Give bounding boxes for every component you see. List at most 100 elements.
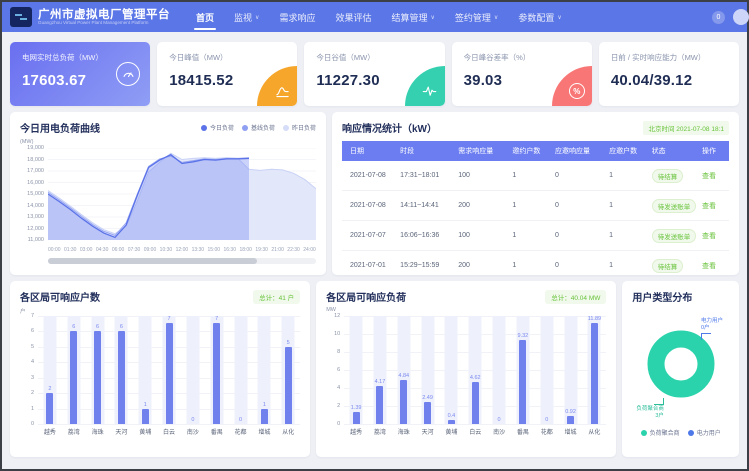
chevron-down-icon: ∨ — [255, 14, 259, 21]
bar — [166, 323, 173, 424]
y-axis-ticks: 76543210 — [20, 316, 38, 424]
bar-value-label: 0 — [191, 417, 194, 423]
x-axis-ticks: 越秀荔湾海珠天河黄埔白云南沙番禺花都增城从化 — [38, 427, 300, 436]
legend-label: 负荷聚合商 — [650, 428, 680, 437]
x-tick: 19:30 — [255, 247, 268, 253]
x-tick: 13:30 — [192, 247, 205, 253]
datazoom-slider[interactable] — [48, 258, 316, 264]
bar-column-10: 5 — [276, 316, 300, 424]
spacer — [344, 307, 606, 316]
chevron-down-icon: ∨ — [557, 14, 561, 21]
y-tick: 5 — [31, 344, 34, 350]
bar — [285, 347, 292, 424]
bar-column-0: 1.39 — [344, 316, 368, 424]
bar-column-2: 6 — [86, 316, 110, 424]
table-cell: 100 — [454, 221, 508, 251]
y-tick: 19,000 — [27, 145, 44, 151]
table-cell: 15:29~15:59 — [396, 251, 454, 276]
kpi-card-response-capacity: 日前 / 实时响应能力（MW） 40.04/39.12 — [599, 42, 739, 106]
bar-plot: 1.394.174.842.490.44.6209.3200.9211.89越秀… — [344, 307, 606, 436]
x-tick: 01:30 — [64, 247, 77, 253]
legend-item-1[interactable]: 电力用户 — [688, 428, 721, 437]
chevron-down-icon: ∨ — [494, 14, 498, 21]
legend-item-0[interactable]: 今日负荷 — [201, 123, 234, 132]
nav-item-3[interactable]: 效果评估 — [325, 2, 381, 32]
spacer — [38, 307, 300, 316]
bar — [70, 331, 77, 424]
x-tick: 南沙 — [181, 427, 205, 436]
x-tick: 从化 — [582, 427, 606, 436]
legend-item-0[interactable]: 负荷聚合商 — [641, 428, 680, 437]
x-tick: 黄埔 — [440, 427, 464, 436]
view-link[interactable]: 查看 — [702, 173, 716, 180]
bar-columns: 26661707015 — [38, 316, 300, 424]
notification-badge[interactable]: 0 — [712, 11, 725, 24]
bar — [567, 416, 574, 424]
x-tick: 00:00 — [48, 247, 61, 253]
kpi-card-valley: 今日谷值（MW） 11227.30 — [304, 42, 444, 106]
bar — [519, 340, 526, 424]
y-tick: 8 — [337, 349, 340, 355]
nav-item-6[interactable]: 参数配置∨ — [508, 2, 571, 32]
view-link[interactable]: 查看 — [702, 263, 716, 270]
x-tick: 24:00 — [303, 247, 316, 253]
top-navbar: 广州市虚拟电厂管理平台 Guangzhou Virtual Power Plan… — [2, 2, 747, 32]
bar-column-5: 4.62 — [463, 316, 487, 424]
status-badge: 待结算 — [652, 169, 684, 183]
table-row: 2021-07-0115:29~15:59200101待结算查看 — [342, 251, 729, 276]
nav-item-5[interactable]: 签约管理∨ — [445, 2, 508, 32]
x-tick: 白云 — [157, 427, 181, 436]
bar-column-7: 9.32 — [511, 316, 535, 424]
legend-item-1[interactable]: 基线负荷 — [242, 123, 275, 132]
table-row: 2021-07-0716:06~16:36100101待发送账单查看 — [342, 221, 729, 251]
bar-column-8: 0 — [535, 316, 559, 424]
bar-bg-stripe — [445, 316, 458, 424]
y-tick: 6 — [31, 328, 34, 334]
column-header: 应邀响应量 — [551, 141, 605, 161]
table-cell: 1 — [508, 191, 551, 221]
bar-bg-stripe — [234, 316, 247, 424]
column-header: 日期 — [342, 141, 396, 161]
legend-item-2[interactable]: 昨日负荷 — [283, 123, 316, 132]
user-avatar[interactable] — [733, 9, 749, 25]
bar — [448, 420, 455, 424]
bar-column-3: 2.49 — [416, 316, 440, 424]
bar-plot-area: 26661707015 — [38, 316, 300, 424]
x-tick: 09:00 — [144, 247, 157, 253]
legend-dot — [688, 430, 694, 436]
table-row: 2021-07-0814:11~14:41200101待发送账单查看 — [342, 191, 729, 221]
y-axis-ticks: 19,00018,00017,00016,00015,00014,00013,0… — [20, 148, 48, 240]
x-tick: 从化 — [276, 427, 300, 436]
x-tick: 番禺 — [511, 427, 535, 436]
bar-column-1: 6 — [62, 316, 86, 424]
column-header: 需求响应量 — [454, 141, 508, 161]
x-tick: 荔湾 — [368, 427, 392, 436]
beijing-time-badge: 北京时间 2021-07-08 18:1 — [643, 121, 729, 135]
nav-item-2[interactable]: 需求响应 — [269, 2, 325, 32]
nav-item-1[interactable]: 监视∨ — [224, 2, 269, 32]
kpi-card-grid-load: 电网实时总负荷（MW） 17603.67 — [10, 42, 150, 106]
nav-item-4[interactable]: 结算管理∨ — [381, 2, 444, 32]
x-tick: 增城 — [252, 427, 276, 436]
view-link[interactable]: 查看 — [702, 233, 716, 240]
bar-column-3: 6 — [109, 316, 133, 424]
bar — [400, 380, 407, 424]
view-link[interactable]: 查看 — [702, 203, 716, 210]
nav-item-0[interactable]: 首页 — [186, 2, 224, 32]
bar-value-label: 1.39 — [351, 405, 362, 411]
datazoom-thumb[interactable] — [48, 258, 257, 264]
bar — [424, 402, 431, 424]
table-cell: 200 — [454, 191, 508, 221]
bar-bg-stripe — [493, 316, 506, 424]
bar-bg-stripe — [186, 316, 199, 424]
legend-label: 基线负荷 — [251, 123, 275, 132]
table-cell: 1 — [605, 191, 648, 221]
x-tick: 15:00 — [208, 247, 221, 253]
bar-value-label: 0 — [239, 417, 242, 423]
district-users-panel: 各区局可响应户数 总计：41 户 户76543210 26661707015越秀… — [10, 281, 310, 457]
bar-column-6: 0 — [181, 316, 205, 424]
table-row: 2021-07-0817:31~18:01100101待结算查看 — [342, 161, 729, 191]
bar — [376, 386, 383, 424]
panel-title: 各区局可响应户数 — [20, 289, 100, 304]
table-cell: 2021-07-07 — [342, 221, 396, 251]
